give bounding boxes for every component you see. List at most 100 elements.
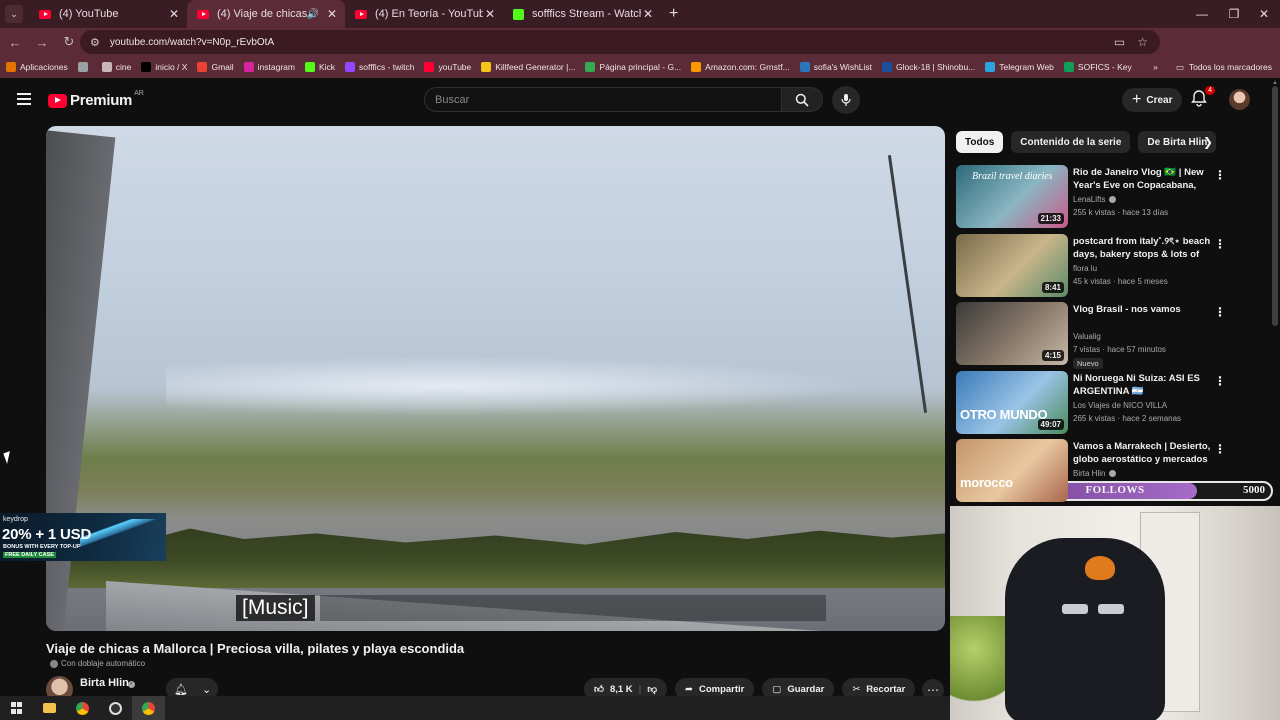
tab-kick-stream[interactable]: sofffics Stream - Watch Live on ✕ [503, 0, 661, 28]
bookmark-star-icon[interactable]: ☆ [1137, 35, 1148, 49]
bookmark-item[interactable]: cine [101, 62, 131, 72]
cast-icon[interactable]: ▭ [1114, 35, 1125, 49]
start-button[interactable] [0, 696, 33, 720]
recommendation-meta: 265 k vistas · hace 2 semanas [1073, 413, 1182, 423]
youtube-logo[interactable]: Premium AR [48, 90, 144, 109]
page-scrollbar[interactable] [1272, 86, 1278, 326]
bookmark-item[interactable]: Amazon.com: Grnstf... [691, 62, 790, 72]
thumbs-down-icon[interactable]: 👎︎ [647, 683, 657, 695]
recommendation-channel[interactable]: flora lu [1073, 264, 1097, 273]
recommendation-channel[interactable]: Valualig [1073, 332, 1101, 341]
chip-series[interactable]: Contenido de la serie [1011, 131, 1131, 153]
recommendation-channel[interactable]: Los Viajes de NICO VILLA [1073, 401, 1167, 410]
restore-button[interactable]: ❐ [1218, 0, 1250, 28]
bookmark-item[interactable]: sofffics - twitch [345, 62, 414, 72]
video-thumbnail[interactable]: morocco [956, 439, 1068, 502]
file-explorer-button[interactable] [33, 696, 66, 720]
bookmark-item[interactable]: Página principal - G... [585, 62, 681, 72]
tab-title: (4) Viaje de chicas a Mallorca [217, 8, 307, 20]
more-vertical-icon[interactable]: ⋮ [1214, 442, 1226, 456]
tab-youtube-home[interactable]: (4) YouTube ✕ [29, 0, 187, 28]
video-thumbnail[interactable]: 4:15 [956, 302, 1068, 365]
thumbs-up-icon[interactable]: 👍︎ [594, 683, 604, 695]
tab-en-teoria[interactable]: (4) En Teoría - YouTube ✕ [345, 0, 503, 28]
bookmark-item[interactable]: Gmail [197, 62, 234, 72]
create-button[interactable]: + Crear [1122, 88, 1183, 112]
hamburger-menu-icon[interactable] [17, 93, 31, 105]
video-player[interactable] [46, 126, 945, 631]
account-avatar[interactable] [1229, 89, 1250, 110]
more-vertical-icon[interactable]: ⋮ [1214, 237, 1226, 251]
bookmark-item[interactable]: sofia's WishList [799, 62, 872, 72]
bookmark-item[interactable]: youTube [424, 62, 471, 72]
site-info-icon[interactable]: ⚙ [90, 36, 100, 49]
chip-todos[interactable]: Todos [956, 131, 1004, 153]
chrome-button[interactable] [66, 696, 99, 720]
new-tab-button[interactable]: + [669, 5, 678, 23]
channel-label: LenaLifts [1073, 195, 1106, 204]
bookmark-item[interactable]: Glock-18 | Shinobu... [882, 62, 975, 72]
video-thumbnail[interactable]: Brazil travel diaries 21:33 [956, 165, 1068, 228]
youtube-icon [197, 9, 209, 19]
search-input[interactable] [435, 93, 781, 106]
recommendation-item[interactable]: OTRO MUNDO 49:07 Ni Noruega Ni Suiza: ASI … [956, 370, 1226, 440]
recommendation-item[interactable]: Brazil travel diaries 21:33 Rio de Janeiro… [956, 165, 1226, 234]
bookmark-item[interactable]: instagram [243, 62, 295, 72]
speaker-icon[interactable]: 🔊 [307, 9, 319, 20]
close-icon[interactable]: ✕ [325, 7, 339, 21]
save-label: Guardar [787, 683, 825, 695]
recommendation-title[interactable]: Rio de Janeiro Vlog 🇧🇷 | New Year's Eve … [1073, 166, 1211, 192]
bookmark-item[interactable]: Killfeed Generator |... [481, 62, 575, 72]
all-bookmarks-button[interactable]: » ▭ Todos los marcadores [1153, 56, 1272, 78]
recommendation-item[interactable]: 4:15 Vlog Brasil - nos vamos Valualig 7 vis… [956, 302, 1226, 371]
search-box[interactable] [424, 87, 782, 112]
recommendation-title[interactable]: Vamos a Marrakech | Desierto, globo aero… [1073, 440, 1211, 466]
bookmark-item[interactable]: SOFICS - Key [1063, 62, 1132, 72]
more-vertical-icon[interactable]: ⋮ [1214, 168, 1226, 182]
bookmark-item[interactable]: Aplicaciones [6, 62, 68, 72]
share-icon: ➦ [684, 683, 693, 695]
chrome-profile-button[interactable] [132, 696, 165, 720]
recommendation-title[interactable]: Ni Noruega Ni Suiza: ASI ES ARGENTINA 🇦🇷 [1073, 372, 1211, 398]
voice-search-button[interactable] [832, 86, 860, 114]
tab-search-icon[interactable]: ⌄ [5, 5, 23, 23]
window-close-button[interactable]: ✕ [1248, 0, 1280, 28]
close-icon[interactable]: ✕ [167, 7, 181, 21]
channel-name[interactable]: Birta Hlin [80, 677, 129, 689]
thumbnail-text: Brazil travel diaries [972, 171, 1053, 182]
more-vertical-icon[interactable]: ⋮ [1214, 305, 1226, 319]
recommendation-channel[interactable]: Birta Hlin [1073, 469, 1117, 478]
address-bar[interactable]: ⚙ youtube.com/watch?v=N0p_rEvbOtA ▭ ☆ [80, 30, 1160, 54]
obs-button[interactable] [99, 696, 132, 720]
bookmark-item[interactable]: Telegram Web [985, 62, 1054, 72]
steam-icon [799, 62, 810, 72]
bookmark-item[interactable]: Kick [304, 62, 335, 72]
more-vertical-icon[interactable]: ⋮ [1214, 374, 1226, 388]
close-icon[interactable]: ✕ [483, 7, 497, 21]
duration-badge: 4:15 [1041, 350, 1064, 361]
bookmark-item[interactable]: inicio / X [141, 62, 187, 72]
scissors-icon: ✂ [852, 683, 861, 695]
chevron-double-right-icon[interactable]: » [1153, 62, 1158, 72]
recommendation-item[interactable]: morocco Vamos a Marrakech | Desierto, glo… [956, 439, 1226, 508]
bookmark-item[interactable] [77, 62, 92, 72]
chevron-right-icon[interactable]: ❯ [1199, 133, 1217, 151]
reload-button[interactable]: ↻ [57, 30, 81, 54]
forward-button[interactable]: → [30, 30, 54, 54]
close-icon[interactable]: ✕ [641, 7, 655, 21]
recommendation-title[interactable]: postcard from italy˚.୨ৎ⋆ beach days, bak… [1073, 235, 1211, 261]
kick-icon [304, 62, 315, 72]
back-button[interactable]: ← [3, 30, 27, 54]
recommendation-title[interactable]: Vlog Brasil - nos vamos [1073, 303, 1211, 316]
folder-icon [101, 62, 112, 72]
youtube-icon [424, 62, 435, 72]
verified-icon [1109, 196, 1117, 203]
video-thumbnail[interactable]: 8:41 [956, 233, 1068, 297]
recommendation-item[interactable]: 8:41 postcard from italy˚.୨ৎ⋆ beach days,… [956, 233, 1226, 303]
video-thumbnail[interactable]: OTRO MUNDO 49:07 [956, 370, 1068, 434]
notifications-button[interactable]: 4 [1190, 86, 1215, 109]
minimize-button[interactable]: — [1186, 0, 1218, 28]
tab-current-video[interactable]: (4) Viaje de chicas a Mallorca 🔊 ✕ [187, 0, 345, 28]
recommendation-channel[interactable]: LenaLifts [1073, 195, 1117, 204]
search-button[interactable] [781, 87, 823, 112]
